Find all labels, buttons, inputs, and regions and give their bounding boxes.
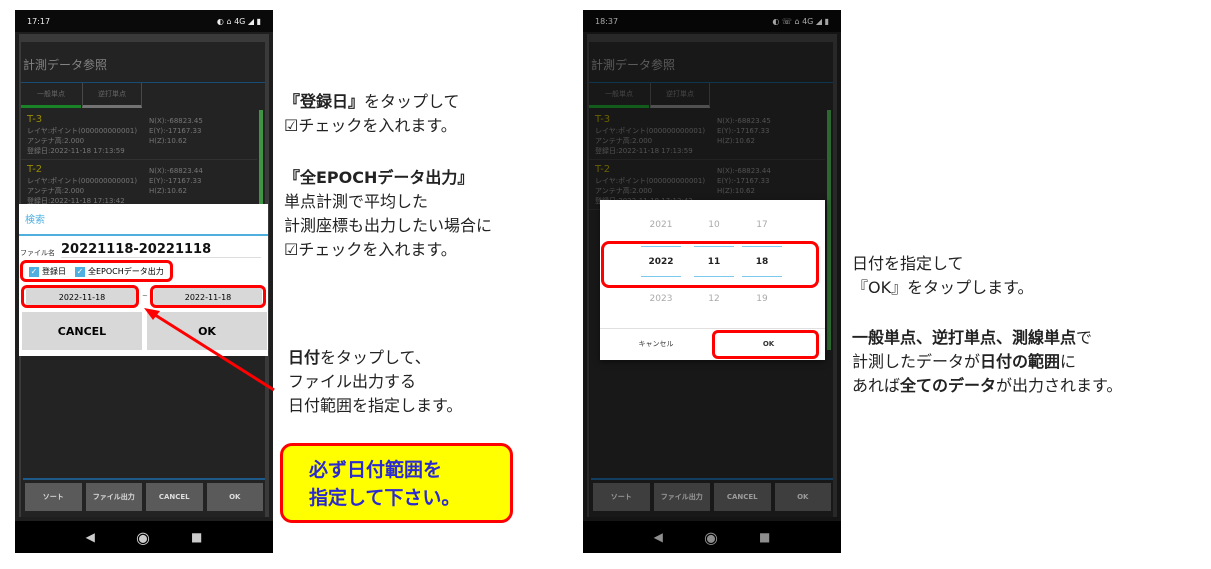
highlight-date-from — [21, 285, 139, 308]
note-date-check: 『登録日』をタップして ☑チェックを入れます。 — [284, 92, 460, 135]
arrow-icon — [144, 308, 275, 392]
note-epoch: 『全EPOCHデータ出力』 単点計測で平均した 計測座標も出力したい場合に ☑チェック… — [284, 168, 493, 259]
back-icon[interactable]: ◀ — [86, 530, 95, 544]
picker-next-value[interactable]: 2023 — [636, 294, 686, 304]
filename-label: ファイル名 — [20, 249, 55, 257]
dialog-title: 検索 — [25, 215, 45, 226]
picker-cancel-button[interactable]: キャンセル — [600, 330, 712, 358]
recents-icon[interactable]: ■ — [191, 530, 202, 544]
picker-next-value[interactable]: 12 — [689, 294, 739, 304]
ok-button[interactable]: OK — [206, 483, 263, 511]
nav-bar: ◀ ◉ ■ — [15, 521, 273, 553]
cancel-button[interactable]: CANCEL — [146, 483, 203, 511]
status-time: 17:17 — [27, 16, 51, 26]
note-date-range: 日付をタップして、 ファイル出力する 日付範囲を指定します。 — [288, 348, 463, 415]
filename-input[interactable]: 20221118-20221118 — [61, 242, 261, 258]
warning-box: 必ず日付範囲を 指定して下さい。 — [280, 443, 513, 523]
picker-prev-value[interactable]: 10 — [689, 220, 739, 230]
note-pick-date: 日付を指定して 『OK』をタップします。 — [852, 254, 1034, 297]
picker-prev-value[interactable]: 17 — [737, 220, 787, 230]
picker-prev-value[interactable]: 2021 — [636, 220, 686, 230]
highlight-checkboxes — [20, 260, 173, 282]
highlight-ok — [712, 330, 819, 359]
note-output: 一般単点、逆打単点、測線単点で 計測したデータが日付の範囲に あれば全てのデータが出… — [852, 328, 1123, 395]
status-icons: ◐ ⌂ 4G ◢ ▮ — [216, 16, 261, 26]
status-bar: 17:17 ◐ ⌂ 4G ◢ ▮ — [15, 10, 273, 32]
cancel-button[interactable]: CANCEL — [22, 312, 142, 350]
tilde: ~ — [142, 292, 148, 300]
file-output-button[interactable]: ファイル出力 — [85, 483, 142, 511]
home-icon[interactable]: ◉ — [136, 528, 150, 547]
highlight-selected-date — [601, 241, 819, 288]
sort-button[interactable]: ソート — [25, 483, 82, 511]
picker-next-value[interactable]: 19 — [737, 294, 787, 304]
